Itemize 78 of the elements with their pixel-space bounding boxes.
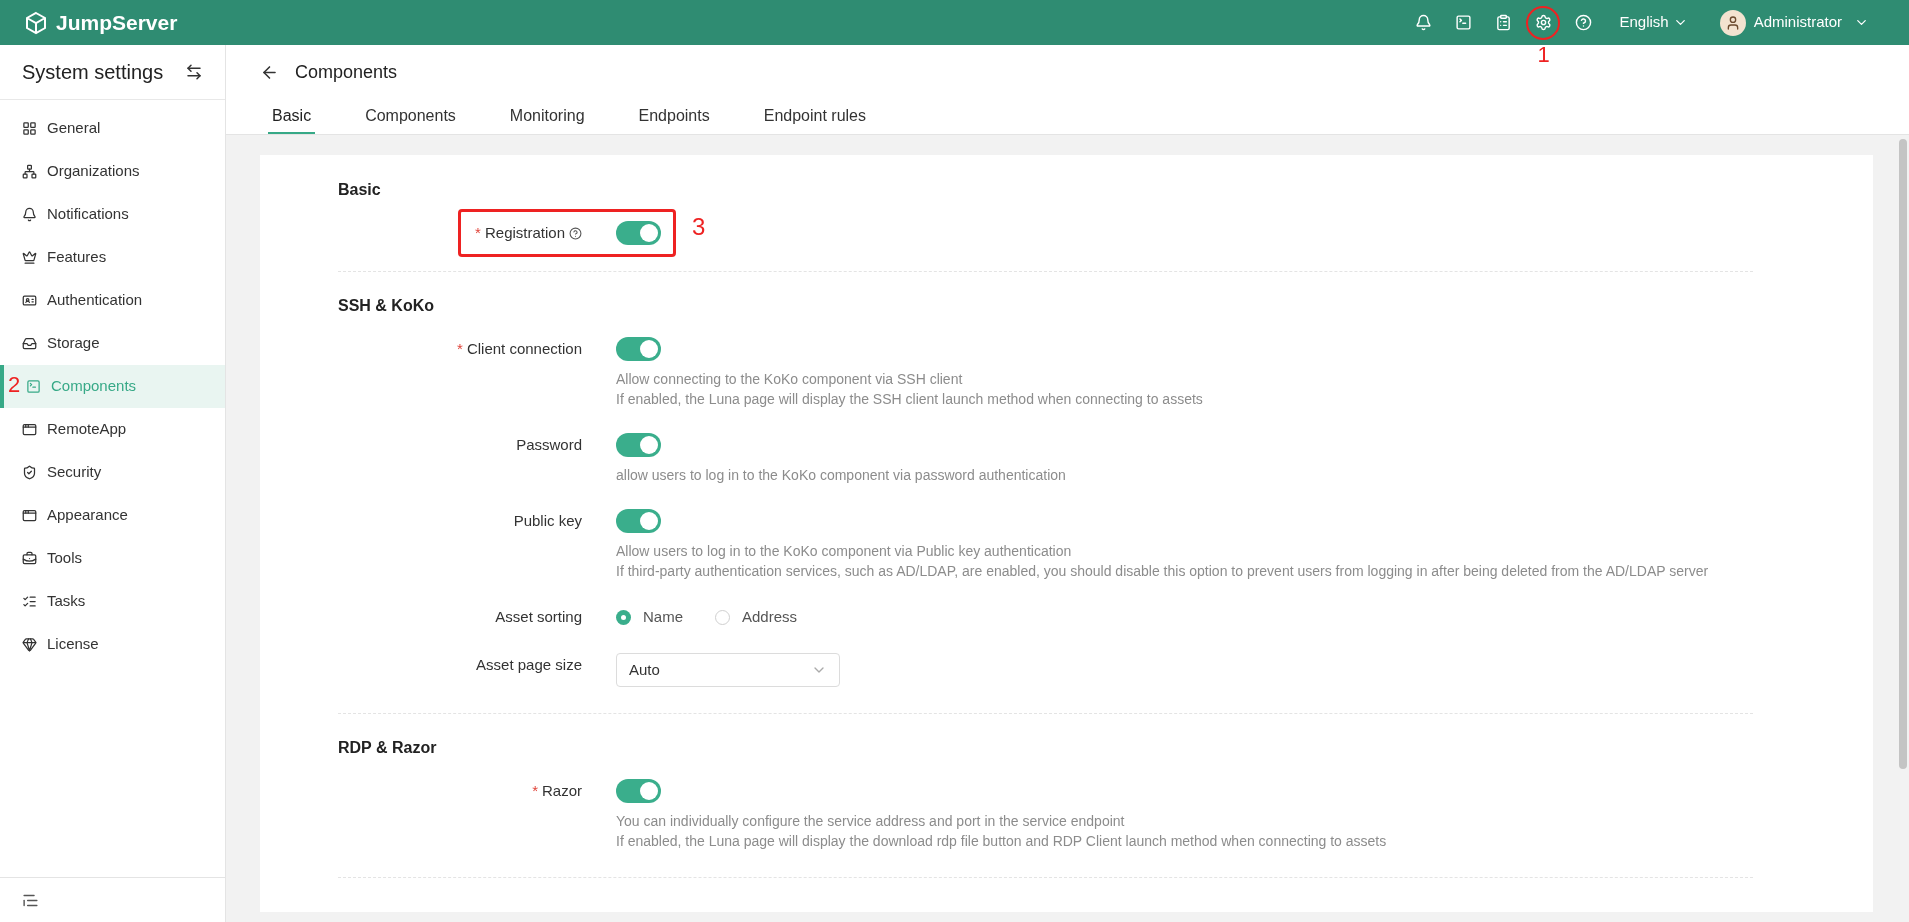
sidebar-item[interactable]: Tools — [0, 537, 225, 580]
window-icon — [22, 508, 37, 523]
sidebar-item[interactable]: Appearance — [0, 494, 225, 537]
id-card-icon — [22, 293, 37, 308]
section-heading: RDP & Razor — [338, 738, 438, 758]
scrollbar[interactable] — [1899, 139, 1907, 769]
sidebar-item[interactable]: Features — [0, 236, 225, 279]
terminal-icon — [1454, 14, 1472, 31]
sidebar-item[interactable]: Security — [0, 451, 225, 494]
radio-option[interactable]: Name — [616, 605, 683, 629]
toolbox-icon — [22, 551, 37, 566]
user-menu[interactable]: Administrator — [1719, 9, 1869, 36]
field-label: Registration — [484, 222, 565, 243]
toggle-switch[interactable] — [616, 337, 661, 361]
sidebar-item[interactable]: Notifications — [0, 193, 225, 236]
tab[interactable]: Endpoints — [634, 100, 714, 134]
field-description: If third-party authentication services, such as AD/LDAP, are enabled, you should disable this option to prevent users from logging in after being deleted from the AD/LDAP server — [616, 562, 1709, 581]
settings-icon — [1534, 14, 1552, 31]
section-heading: Basic — [338, 180, 382, 200]
required-asterisk: * — [457, 338, 463, 359]
tab[interactable]: Monitoring — [505, 100, 589, 134]
gem-icon — [22, 637, 37, 652]
radio-option[interactable]: Address — [715, 605, 798, 629]
sidebar-item[interactable]: Storage — [0, 322, 225, 365]
field-description: Allow users to log in to the KoKo component via Public key authentication — [616, 542, 1073, 561]
inbox-icon — [22, 336, 37, 351]
help-icon — [1574, 14, 1592, 31]
field-label: Password — [516, 434, 582, 455]
checklist-icon — [22, 594, 37, 609]
tab[interactable]: Endpoint rules — [759, 100, 870, 134]
field-label: Public key — [513, 510, 582, 531]
network-icon — [22, 164, 37, 179]
section-heading: SSH & KoKo — [338, 296, 435, 316]
field-description: allow users to log in to the KoKo component via password authentication — [616, 466, 1066, 485]
field-description: Allow connecting to the KoKo component via SSH client — [616, 370, 964, 389]
required-asterisk: * — [532, 780, 538, 801]
switch-icon[interactable] — [185, 63, 203, 81]
sidebar-item[interactable]: Tasks — [0, 580, 225, 623]
brand-name: JumpServer — [56, 9, 178, 36]
toggle-switch[interactable] — [616, 433, 661, 457]
field-description: If enabled, the Luna page will display the download rdp file button and RDP Client launch method when connecting to assets — [616, 832, 1387, 851]
toggle-switch[interactable] — [616, 779, 661, 803]
crown-icon — [22, 250, 37, 265]
bell-icon — [1414, 14, 1432, 31]
grid-icon — [22, 121, 37, 136]
field-label: Client connection — [466, 338, 582, 359]
field-label: Razor — [542, 780, 582, 801]
annotation-number: 3 — [692, 215, 706, 239]
shield-icon — [22, 465, 37, 480]
field-label: Asset sorting — [495, 606, 582, 627]
sidebar-title: System settings — [22, 60, 164, 85]
toggle-switch[interactable] — [616, 509, 661, 533]
clipboard-icon — [1494, 14, 1512, 31]
back-arrow-icon[interactable] — [260, 63, 279, 82]
page-title: Components — [295, 61, 398, 84]
sidebar-item[interactable]: Organizations — [0, 150, 225, 193]
sidebar-item[interactable]: RemoteApp — [0, 408, 225, 451]
page-size-select[interactable]: Auto — [616, 653, 840, 687]
annotation-number: 2 — [8, 374, 21, 396]
terminal-icon — [26, 379, 41, 394]
required-asterisk: * — [475, 222, 481, 243]
toggle-switch[interactable] — [616, 221, 661, 245]
sidebar-item[interactable]: General — [0, 107, 225, 150]
logo-icon — [24, 10, 48, 35]
sidebar-item[interactable]: Authentication — [0, 279, 225, 322]
tab[interactable]: Components — [361, 100, 460, 134]
field-description: If enabled, the Luna page will display the SSH client launch method when connecting to assets — [616, 390, 1203, 409]
field-label: Asset page size — [476, 654, 582, 675]
language-dropdown[interactable]: English — [1619, 11, 1688, 34]
app-window-icon — [22, 422, 37, 437]
sidebar-item[interactable]: License — [0, 623, 225, 666]
avatar-icon — [1719, 9, 1746, 36]
annotation-ring — [1526, 5, 1561, 40]
help-icon[interactable] — [569, 226, 582, 240]
field-description: You can individually configure the service address and port in the service endpoint — [616, 812, 1126, 831]
annotation-number: 1 — [1537, 43, 1550, 66]
bell-icon — [22, 207, 37, 222]
tab[interactable]: Basic — [268, 100, 316, 134]
